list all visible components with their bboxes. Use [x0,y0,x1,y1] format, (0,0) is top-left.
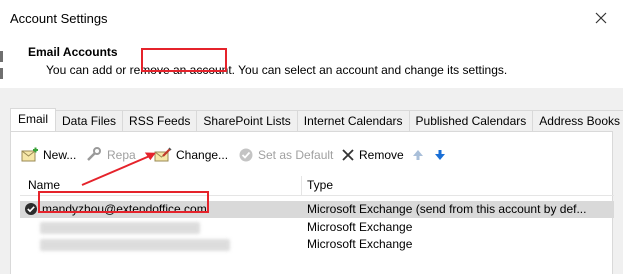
change-button-highlight [141,48,227,72]
remove-button[interactable]: Remove [341,144,404,166]
move-down-button[interactable] [434,144,446,166]
move-down-icon [435,150,445,160]
header-area: Email Accounts You can add or remove an … [0,36,623,88]
redacted-account-name [40,222,200,234]
new-button-label: New... [43,148,77,162]
window-title: Account Settings [10,11,108,26]
move-up-button[interactable] [412,144,424,166]
tab-internet-calendars[interactable]: Internet Calendars [297,110,410,131]
account-settings-dialog: Account Settings Email Accounts You can … [0,0,623,274]
set-default-icon [239,148,253,162]
section-title: Email Accounts [28,45,118,59]
section-description: You can add or remove an account. You ca… [46,63,508,77]
new-button[interactable]: New... [21,144,76,166]
left-edge-mark [0,68,3,79]
repair-button[interactable]: Repa [85,144,136,166]
column-header-name[interactable]: Name [28,178,60,192]
account-row[interactable]: Microsoft Exchange [20,219,614,236]
account-row[interactable]: Microsoft Exchange [20,236,614,253]
default-account-icon [25,203,37,215]
tab-published-calendars[interactable]: Published Calendars [409,110,534,131]
toolbar: New... Repa Change... Set as Default Rem… [11,144,612,166]
tab-email[interactable]: Email [10,108,57,131]
account-type: Microsoft Exchange [307,220,413,234]
tab-address-books[interactable]: Address Books [533,110,623,131]
body-area: Email Data Files RSS Feeds SharePoint Li… [0,88,623,274]
remove-button-label: Remove [359,148,404,162]
repair-button-label: Repa [107,148,136,162]
repair-icon [87,147,101,161]
tab-strip: Email Data Files RSS Feeds SharePoint Li… [10,108,623,131]
redacted-account-name [40,239,230,251]
set-default-button[interactable]: Set as Default [238,144,333,166]
accounts-list: Name Type mandyzhou@extendoffice.com Mic… [20,174,614,274]
move-up-icon [413,150,423,160]
set-default-button-label: Set as Default [258,148,334,162]
account-type: Microsoft Exchange (send from this accou… [307,202,587,216]
new-icon [21,147,38,162]
remove-icon [342,149,354,161]
title-bar: Account Settings [0,0,623,36]
change-icon [154,147,172,162]
change-button-label: Change... [176,148,229,162]
column-header-type[interactable]: Type [307,178,333,192]
tab-rss-feeds[interactable]: RSS Feeds [123,110,198,131]
change-button[interactable]: Change... [154,144,228,166]
tab-data-files[interactable]: Data Files [56,110,124,131]
column-divider[interactable] [301,176,302,195]
close-icon [595,12,607,24]
email-highlight [38,191,209,213]
account-type: Microsoft Exchange [307,237,413,251]
tab-sharepoint-lists[interactable]: SharePoint Lists [197,110,298,131]
close-button[interactable] [589,6,613,30]
left-edge-mark [0,51,3,62]
